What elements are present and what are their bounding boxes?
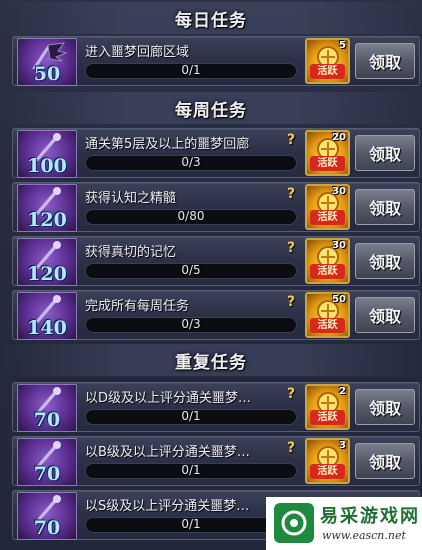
reward-icon[interactable]: 5 活跃 [305,38,350,84]
watermark-url: www.eascn.net [322,529,406,542]
level-badge: 70 [17,438,77,486]
reward-label: 活跃 [310,464,345,479]
site-watermark: 易采游戏网 www.eascn.net [266,497,422,550]
progress-text: 0/1 [181,409,201,423]
task-row: 140 完成所有每周任务 ? 0/3 50 活跃 领取 [12,290,420,340]
progress-text: 0/1 [181,463,201,477]
claim-button[interactable]: 领取 [355,189,415,225]
progress-bar: 0/3 [85,317,297,333]
claim-button[interactable]: 领取 [355,389,415,425]
level-number: 70 [33,517,61,539]
help-icon[interactable]: ? [287,294,295,310]
task-panel: 每日任务 50 进入噩梦回廊区域 0/1 5 活跃 领取 每周任务 100 通关… [0,0,422,550]
progress-bar: 0/3 [85,155,297,171]
level-number: 120 [27,209,67,231]
task-name: 以B级及以上评分通关噩梦… [85,445,250,460]
task-name: 进入噩梦回廊区域 [85,45,190,60]
level-number: 120 [27,263,67,285]
reward-icon[interactable]: 20 活跃 [305,130,350,176]
help-icon[interactable]: ? [287,132,295,148]
reward-icon[interactable]: 50 活跃 [305,292,350,338]
level-badge: 50 [17,38,77,86]
reward-icon[interactable]: 30 活跃 [305,184,350,230]
claim-button[interactable]: 领取 [355,443,415,479]
reward-count: 20 [332,132,346,143]
progress-bar: 0/1 [85,63,297,79]
task-name: 获得认知之精髓 [85,191,177,206]
section-title-daily: 每日任务 [0,2,422,34]
task-name: 通关第5层及以上的噩梦回廊 [85,137,250,152]
help-icon[interactable]: ? [287,440,295,456]
task-row: 120 获得真切的记忆 ? 0/5 30 活跃 领取 [12,236,420,286]
task-row: 100 通关第5层及以上的噩梦回廊 ? 0/3 20 活跃 领取 [12,128,420,178]
level-number: 70 [33,409,61,431]
level-badge: 70 [17,492,77,540]
claim-button[interactable]: 领取 [355,43,415,79]
progress-text: 0/1 [181,63,201,77]
help-icon[interactable]: ? [287,386,295,402]
section-title-weekly: 每周任务 [0,92,422,124]
reward-count: 30 [332,240,346,251]
reward-icon[interactable]: 30 活跃 [305,238,350,284]
task-name: 获得真切的记忆 [85,245,177,260]
reward-count: 5 [339,40,346,51]
watermark-title: 易采游戏网 [320,506,420,527]
task-name: 完成所有每周任务 [85,299,190,314]
reward-count: 30 [332,186,346,197]
task-row: 70 以B级及以上评分通关噩梦… ? 0/1 3 活跃 领取 [12,436,420,486]
reward-label: 活跃 [310,210,345,225]
progress-bar: 0/1 [85,409,297,425]
claim-button[interactable]: 领取 [355,297,415,333]
reward-label: 活跃 [310,318,345,333]
progress-text: 0/3 [181,317,201,331]
level-badge: 70 [17,384,77,432]
claim-button[interactable]: 领取 [355,135,415,171]
level-badge: 120 [17,238,77,286]
level-badge: 100 [17,130,77,178]
reward-icon[interactable]: 2 活跃 [305,384,350,430]
level-number: 140 [27,317,67,339]
section-title-repeat: 重复任务 [0,344,422,376]
reward-label: 活跃 [310,410,345,425]
help-icon[interactable]: ? [287,240,295,256]
progress-text: 0/5 [181,263,201,277]
task-name: 以S级及以上评分通关噩梦… [85,499,250,514]
site-logo-icon [274,503,314,543]
claim-button[interactable]: 领取 [355,243,415,279]
progress-text: 0/1 [181,517,201,531]
reward-icon[interactable]: 3 活跃 [305,438,350,484]
progress-bar: 0/5 [85,263,297,279]
level-number: 70 [33,463,61,485]
help-icon[interactable]: ? [287,186,295,202]
progress-text: 0/3 [181,155,201,169]
task-row: 50 进入噩梦回廊区域 0/1 5 活跃 领取 [12,36,420,86]
task-row: 70 以D级及以上评分通关噩梦… ? 0/1 2 活跃 领取 [12,382,420,432]
reward-label: 活跃 [310,156,345,171]
progress-bar: 0/80 [85,209,297,225]
reward-count: 3 [339,440,346,451]
progress-bar: 0/1 [85,463,297,479]
reward-label: 活跃 [310,64,345,79]
level-number: 100 [27,155,67,177]
task-name: 以D级及以上评分通关噩梦… [85,391,252,406]
reward-count: 50 [332,294,346,305]
level-badge: 120 [17,184,77,232]
reward-count: 2 [339,386,346,397]
task-row: 120 获得认知之精髓 ? 0/80 30 活跃 领取 [12,182,420,232]
reward-label: 活跃 [310,264,345,279]
level-badge: 140 [17,292,77,340]
level-number: 50 [33,63,61,85]
progress-text: 0/80 [177,209,205,223]
